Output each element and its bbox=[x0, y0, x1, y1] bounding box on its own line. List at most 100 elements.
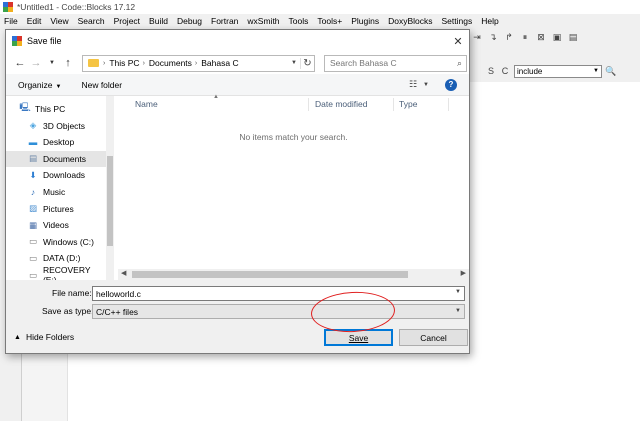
nav-item-label: Documents bbox=[43, 153, 86, 164]
scroll-right-icon[interactable]: ▶ bbox=[461, 269, 466, 277]
back-arrow-icon[interactable]: ← bbox=[12, 55, 28, 71]
scrollbar-thumb[interactable] bbox=[132, 271, 408, 278]
step-into-icon[interactable]: ↴ bbox=[488, 32, 498, 42]
dialog-footer: ▲ Hide Folders Save Cancel bbox=[6, 320, 469, 355]
info-icon[interactable]: ▤ bbox=[568, 32, 578, 42]
nav-item-pictures[interactable]: ▨ Pictures bbox=[6, 201, 106, 217]
menu-item-doxyblocks[interactable]: DoxyBlocks bbox=[388, 16, 432, 26]
recent-chevron-icon[interactable]: ▼ bbox=[44, 55, 60, 71]
view-options-button[interactable]: ☷ ▼ bbox=[409, 79, 429, 90]
nav-item-3d-objects[interactable]: ◈ 3D Objects bbox=[6, 118, 106, 134]
save-file-dialog: Save file ✕ ← → ▼ ↑ › This PC › Document… bbox=[5, 29, 470, 354]
menu-item-plugins[interactable]: Plugins bbox=[351, 16, 379, 26]
step-out-icon[interactable]: ↱ bbox=[504, 32, 514, 42]
search-input[interactable] bbox=[330, 58, 450, 68]
nav-item-videos[interactable]: ▦ Videos bbox=[6, 217, 106, 233]
debug-window-icon[interactable]: ▣ bbox=[552, 32, 562, 42]
breadcrumb-bahasa-c[interactable]: Bahasa C bbox=[201, 58, 238, 68]
search-icon: ⌕ bbox=[456, 57, 462, 68]
video-icon: ▦ bbox=[28, 219, 38, 230]
dialog-navigation-bar: ← → ▼ ↑ › This PC › Documents › Bahasa C… bbox=[6, 52, 469, 74]
nav-item-windows-c[interactable]: ▭ Windows (C:) bbox=[6, 234, 106, 250]
menu-item-debug[interactable]: Debug bbox=[177, 16, 202, 26]
include-combo[interactable]: include ▼ bbox=[514, 64, 602, 78]
menu-item-settings[interactable]: Settings bbox=[442, 16, 473, 26]
chevron-down-icon: ▼ bbox=[593, 68, 599, 74]
ide-menu-bar: File Edit View Search Project Build Debug Fortr… bbox=[0, 14, 640, 28]
menu-item-wxsmith[interactable]: wxSmith bbox=[247, 16, 279, 26]
breadcrumb-documents[interactable]: Documents bbox=[149, 58, 192, 68]
dialog-command-bar: Organize ▼ New folder ☷ ▼ ? bbox=[6, 74, 469, 96]
download-icon: ⬇ bbox=[29, 169, 37, 180]
horizontal-scrollbar[interactable]: ◀ ▶ bbox=[118, 269, 469, 280]
nav-item-music[interactable]: ♪ Music bbox=[6, 184, 106, 200]
menu-item-fortran[interactable]: Fortran bbox=[211, 16, 238, 26]
scrollbar-thumb[interactable] bbox=[107, 156, 113, 246]
menu-item-search[interactable]: Search bbox=[78, 16, 105, 26]
chevron-right-icon: › bbox=[194, 59, 198, 67]
menu-item-file[interactable]: File bbox=[4, 16, 18, 26]
new-folder-button[interactable]: New folder bbox=[81, 80, 122, 90]
column-type[interactable]: Type bbox=[399, 99, 417, 109]
save-as-type-value: C/C++ files bbox=[96, 306, 139, 317]
menu-item-edit[interactable]: Edit bbox=[27, 16, 42, 26]
column-date-modified[interactable]: Date modified bbox=[315, 99, 367, 109]
menu-item-view[interactable]: View bbox=[50, 16, 68, 26]
chevron-right-icon: › bbox=[142, 59, 145, 67]
step-icon[interactable]: ⇥ bbox=[472, 32, 482, 42]
include-combo-value: include bbox=[517, 66, 543, 76]
help-icon[interactable]: ? bbox=[445, 78, 457, 91]
column-name[interactable]: Name bbox=[135, 99, 158, 109]
menu-item-help[interactable]: Help bbox=[481, 16, 498, 26]
menu-item-project[interactable]: Project bbox=[114, 16, 140, 26]
drive-icon: ▭ bbox=[28, 236, 38, 247]
address-bar[interactable]: › This PC › Documents › Bahasa C ▼ ↻ bbox=[82, 54, 315, 72]
file-name-input[interactable] bbox=[92, 286, 465, 301]
stop-debug-icon[interactable]: ⊠ bbox=[536, 32, 546, 42]
menu-item-build[interactable]: Build bbox=[149, 16, 168, 26]
nav-item-this-pc[interactable]: 🖳 This PC bbox=[6, 101, 106, 117]
breadcrumb-this-pc[interactable]: This PC bbox=[109, 58, 139, 68]
file-name-label: File name: bbox=[52, 288, 92, 298]
ide-toolbar-search: S C include ▼ 🔍 bbox=[468, 62, 640, 80]
nav-item-label: Desktop bbox=[43, 137, 75, 148]
forward-arrow-icon[interactable]: → bbox=[28, 55, 44, 71]
nav-item-documents[interactable]: ▤ Documents bbox=[6, 150, 106, 167]
chevron-up-icon: ▲ bbox=[14, 333, 21, 341]
nav-item-desktop[interactable]: ▬ Desktop bbox=[6, 134, 106, 150]
codeblocks-app-icon bbox=[3, 2, 13, 12]
chevron-down-icon[interactable]: ▼ bbox=[455, 289, 461, 295]
chevron-down-icon: ▼ bbox=[55, 83, 62, 90]
up-arrow-icon[interactable]: ↑ bbox=[60, 55, 76, 71]
save-as-type-select[interactable]: C/C++ files ▼ bbox=[92, 304, 465, 319]
ide-toolbar-debug: ⇥ ↴ ↱ ⏸ ⊠ ▣ ▤ bbox=[468, 28, 640, 46]
hide-folders-toggle[interactable]: ▲ Hide Folders bbox=[14, 332, 74, 342]
dialog-title-bar: Save file ✕ bbox=[6, 30, 469, 52]
menu-item-tools-[interactable]: Tools+ bbox=[317, 16, 342, 26]
chevron-down-icon[interactable]: ▼ bbox=[288, 60, 300, 66]
close-icon[interactable]: ✕ bbox=[447, 35, 469, 48]
nav-item-downloads[interactable]: ⬇ Downloads bbox=[6, 167, 106, 183]
search-box[interactable]: ⌕ bbox=[324, 54, 467, 72]
chevron-down-icon: ▼ bbox=[455, 308, 461, 314]
nav-item-recovery-e[interactable]: ▭ RECOVERY (E:) bbox=[6, 265, 106, 280]
nav-item-data-d[interactable]: ▭ DATA (D:) bbox=[6, 250, 106, 266]
ide-window-title: *Untitled1 - Code::Blocks 17.12 bbox=[17, 2, 136, 12]
dialog-title: Save file bbox=[27, 36, 62, 46]
scroll-left-icon[interactable]: ◀ bbox=[121, 269, 126, 277]
nav-item-label: This PC bbox=[35, 104, 66, 114]
refresh-icon[interactable]: ↻ bbox=[300, 57, 314, 69]
cancel-button[interactable]: Cancel bbox=[399, 329, 468, 346]
codeblocks-app-icon bbox=[12, 36, 22, 46]
search-icon[interactable]: 🔍 bbox=[605, 66, 616, 76]
menu-item-tools[interactable]: Tools bbox=[289, 16, 309, 26]
break-icon[interactable]: ⏸ bbox=[520, 32, 530, 42]
navigation-pane: 🖳 This PC ◈ 3D Objects ▬ Desktop ▤ Documents ⬇ Do… bbox=[6, 96, 114, 280]
organize-button[interactable]: Organize ▼ bbox=[18, 80, 61, 90]
column-divider bbox=[448, 98, 449, 111]
desktop-icon: ▬ bbox=[28, 137, 38, 148]
symbol-c-icon[interactable]: C bbox=[500, 66, 510, 76]
symbol-s-icon[interactable]: S bbox=[486, 66, 496, 76]
navigation-scrollbar[interactable] bbox=[106, 96, 114, 280]
file-list-pane[interactable]: ▲ Name Date modified Type No items match… bbox=[118, 94, 469, 280]
